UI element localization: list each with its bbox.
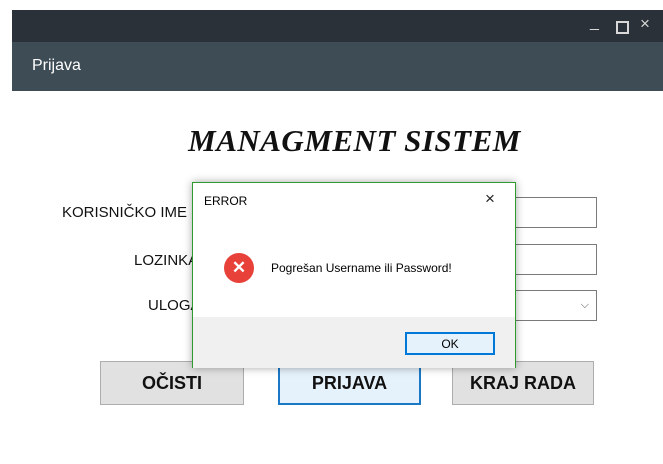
- maximize-icon[interactable]: [616, 21, 629, 34]
- page-title: MANAGMENT SISTEM: [188, 123, 521, 158]
- chevron-down-icon: ⌵: [580, 299, 589, 311]
- minimize-icon[interactable]: _: [590, 14, 599, 32]
- dialog-title: ERROR: [204, 194, 248, 208]
- dialog-message: Pogrešan Username ili Password!: [271, 261, 452, 275]
- error-dialog: ERROR × ✕ Pogrešan Username ili Password…: [192, 182, 516, 368]
- dialog-footer: OK: [193, 317, 515, 368]
- username-label: KORISNIČKO IME: [62, 204, 188, 221]
- window-titlebar: _ ×: [12, 10, 663, 42]
- ok-button[interactable]: OK: [405, 332, 495, 355]
- header-title: Prijava: [32, 57, 81, 74]
- error-x-icon: ✕: [224, 253, 254, 283]
- password-label: LOZINKA: [134, 252, 199, 269]
- close-icon[interactable]: ×: [640, 15, 650, 33]
- dialog-close-icon[interactable]: ×: [485, 189, 495, 209]
- app-header: Prijava: [12, 42, 663, 91]
